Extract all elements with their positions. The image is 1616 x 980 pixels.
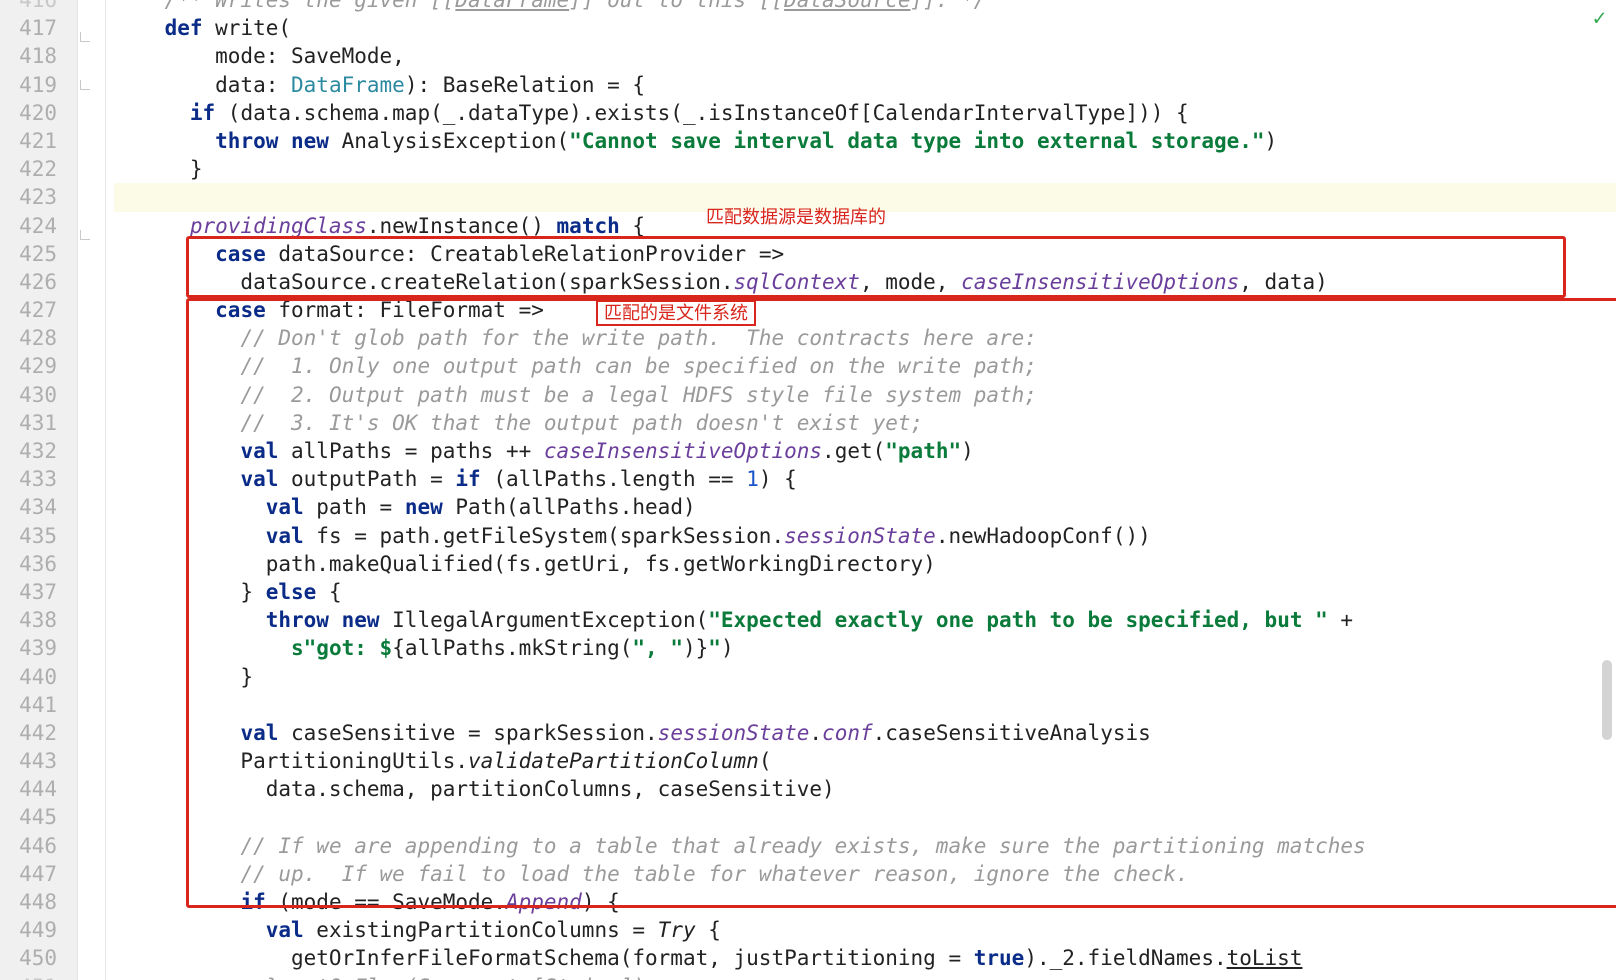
line-number: 426 (0, 268, 57, 296)
line-number: 447 (0, 860, 57, 888)
line-number: 433 (0, 465, 57, 493)
line-number: 443 (0, 747, 57, 775)
code-line[interactable]: def write( (114, 14, 1616, 42)
line-number: 439 (0, 634, 57, 662)
code-line[interactable]: // up. If we fail to load the table for … (114, 860, 1616, 888)
line-number: 437 (0, 578, 57, 606)
code-line[interactable]: if (data.schema.map(_.dataType).exists(_… (114, 99, 1616, 127)
code-line[interactable] (114, 691, 1616, 719)
code-area[interactable]: /** Writes the given [[DataFrame]] out t… (106, 0, 1616, 980)
code-line[interactable]: mode: SaveMode, (114, 42, 1616, 70)
line-number: 427 (0, 296, 57, 324)
line-number: 425 (0, 240, 57, 268)
line-number: 419 (0, 71, 57, 99)
annotation-label-filesystem: 匹配的是文件系统 (596, 300, 756, 326)
code-line[interactable]: } getOrElse(Seq empty[String]) (114, 973, 1616, 980)
line-number: 420 (0, 99, 57, 127)
editor-viewport: 4164174184194204214224234244254264274284… (0, 0, 1616, 980)
line-number: 441 (0, 691, 57, 719)
status-ok-icon: ✓ (1593, 6, 1606, 31)
line-number: 438 (0, 606, 57, 634)
line-number: 430 (0, 381, 57, 409)
code-line[interactable]: // If we are appending to a table that a… (114, 832, 1616, 860)
code-line[interactable]: if (mode == SaveMode.Append) { (114, 888, 1616, 916)
line-number: 417 (0, 14, 57, 42)
line-number: 442 (0, 719, 57, 747)
line-number: 418 (0, 42, 57, 70)
line-number: 416 (0, 0, 57, 14)
line-number: 421 (0, 127, 57, 155)
line-number: 432 (0, 437, 57, 465)
line-number: 424 (0, 212, 57, 240)
code-line[interactable]: /** Writes the given [[DataFrame]] out t… (114, 0, 1616, 14)
line-number: 436 (0, 550, 57, 578)
code-line[interactable] (114, 803, 1616, 831)
scrollbar-thumb[interactable] (1602, 660, 1612, 740)
code-line[interactable]: // 3. It's OK that the output path doesn… (114, 409, 1616, 437)
code-line[interactable]: val outputPath = if (allPaths.length == … (114, 465, 1616, 493)
code-line[interactable]: PartitioningUtils.validatePartitionColum… (114, 747, 1616, 775)
line-number: 451 (0, 973, 57, 980)
line-number: 444 (0, 775, 57, 803)
line-number: 448 (0, 888, 57, 916)
code-line[interactable]: data: DataFrame): BaseRelation = { (114, 71, 1616, 99)
code-line[interactable]: val caseSensitive = sparkSession.session… (114, 719, 1616, 747)
code-line[interactable]: val fs = path.getFileSystem(sparkSession… (114, 522, 1616, 550)
code-line[interactable]: // 1. Only one output path can be specif… (114, 352, 1616, 380)
code-editor[interactable]: 4164174184194204214224234244254264274284… (0, 0, 1616, 980)
line-number: 450 (0, 944, 57, 972)
annotation-label-database: 匹配数据源是数据库的 (706, 203, 886, 231)
code-line[interactable]: } (114, 155, 1616, 183)
code-line[interactable]: // 2. Output path must be a legal HDFS s… (114, 381, 1616, 409)
line-number: 431 (0, 409, 57, 437)
line-number: 445 (0, 803, 57, 831)
code-line[interactable]: data.schema, partitionColumns, caseSensi… (114, 775, 1616, 803)
code-line[interactable]: // Don't glob path for the write path. T… (114, 324, 1616, 352)
line-number: 422 (0, 155, 57, 183)
code-line[interactable]: dataSource.createRelation(sparkSession.s… (114, 268, 1616, 296)
line-number-gutter: 4164174184194204214224234244254264274284… (0, 0, 78, 980)
line-number: 428 (0, 324, 57, 352)
code-line[interactable]: val allPaths = paths ++ caseInsensitiveO… (114, 437, 1616, 465)
line-number: 449 (0, 916, 57, 944)
code-line[interactable]: path.makeQualified(fs.getUri, fs.getWork… (114, 550, 1616, 578)
line-number: 429 (0, 352, 57, 380)
fold-column[interactable] (78, 0, 106, 980)
code-line[interactable]: case format: FileFormat => (114, 296, 1616, 324)
line-number: 440 (0, 663, 57, 691)
code-text[interactable]: /** Writes the given [[DataFrame]] out t… (114, 0, 1616, 980)
code-line[interactable]: val path = new Path(allPaths.head) (114, 493, 1616, 521)
code-line[interactable]: s"got: ${allPaths.mkString(", ")}") (114, 634, 1616, 662)
code-line[interactable]: getOrInferFileFormatSchema(format, justP… (114, 944, 1616, 972)
code-line[interactable]: case dataSource: CreatableRelationProvid… (114, 240, 1616, 268)
code-line[interactable]: throw new IllegalArgumentException("Expe… (114, 606, 1616, 634)
code-line[interactable]: throw new AnalysisException("Cannot save… (114, 127, 1616, 155)
code-line[interactable]: val existingPartitionColumns = Try { (114, 916, 1616, 944)
code-line[interactable]: } else { (114, 578, 1616, 606)
line-number: 423 (0, 183, 57, 211)
code-line[interactable]: } (114, 663, 1616, 691)
line-number: 446 (0, 832, 57, 860)
line-number: 435 (0, 522, 57, 550)
line-number: 434 (0, 493, 57, 521)
